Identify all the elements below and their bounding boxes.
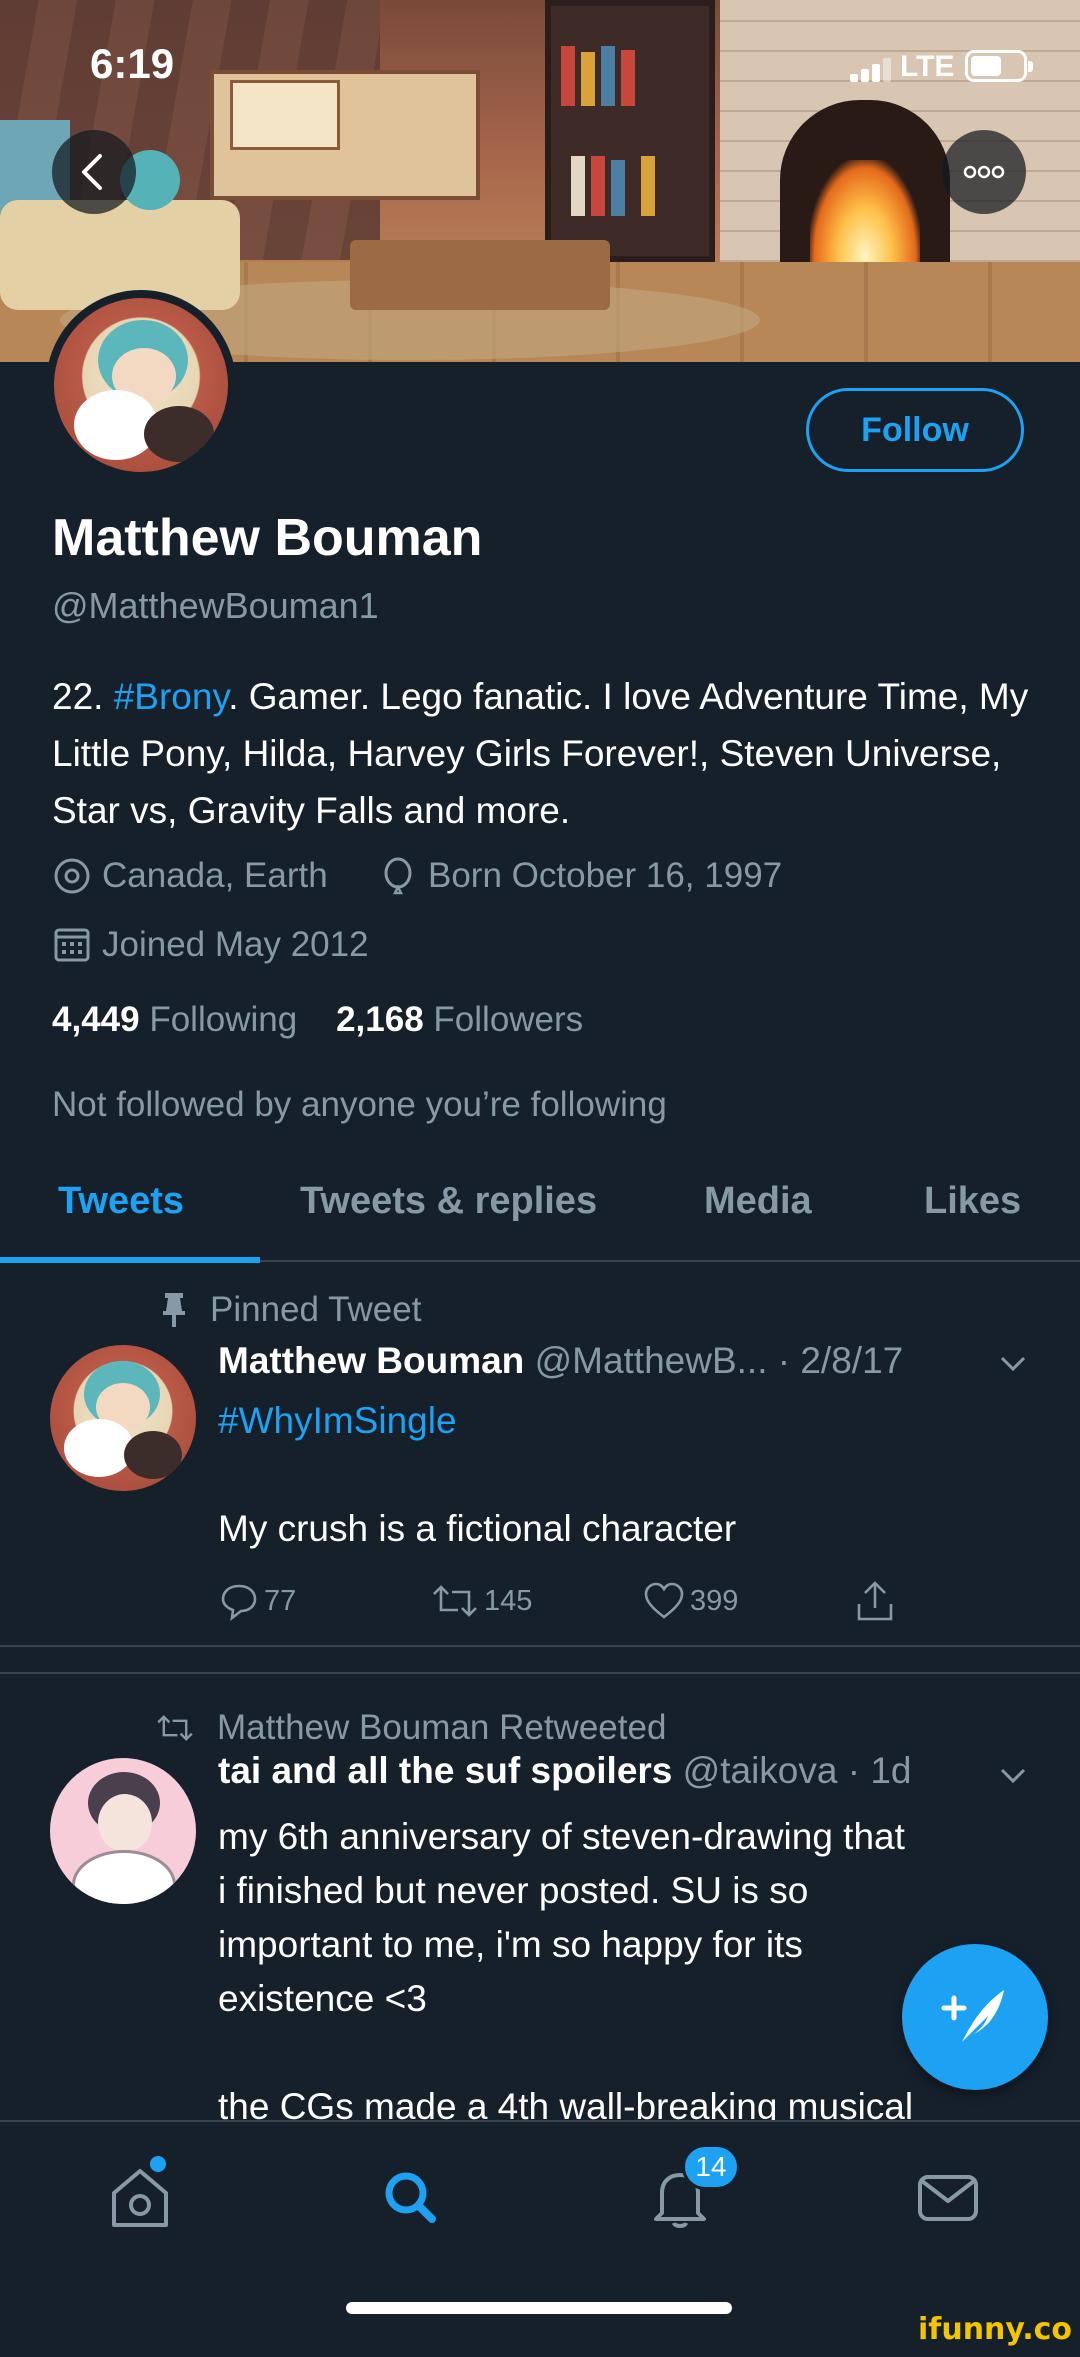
birthday-text: Born October 16, 1997: [428, 856, 783, 895]
tweet-header: tai and all the suf spoilers @taikova · …: [218, 1750, 912, 1792]
home-icon: [112, 2169, 168, 2227]
avatar-image: [54, 298, 228, 472]
tweet-actions: 77 145 399: [218, 1580, 918, 1630]
chevron-down-icon[interactable]: [998, 1352, 1028, 1376]
retweet-icon: [157, 1715, 193, 1741]
profile-joined: Joined May 2012: [52, 925, 369, 965]
watermark: ifunny.co: [918, 2312, 1072, 2347]
tab-media[interactable]: Media: [704, 1180, 812, 1223]
follow-button[interactable]: Follow: [806, 388, 1024, 472]
profile-tabs: Tweets Tweets & replies Media Likes: [0, 1140, 1080, 1263]
tweet-divider: [0, 1672, 1080, 1674]
followers-count: 2,168: [336, 1000, 424, 1039]
retweet-icon: [433, 1585, 477, 1617]
heart-icon: [644, 1582, 684, 1619]
chevron-left-icon: [82, 154, 102, 190]
tweet-text: My crush is a fictional character: [218, 1508, 737, 1549]
tab-tweets[interactable]: Tweets: [58, 1180, 184, 1223]
banner-table: [350, 240, 610, 310]
nav-search[interactable]: [370, 2157, 450, 2237]
tab-likes[interactable]: Likes: [924, 1180, 1021, 1223]
profile-birthday: Born October 16, 1997: [378, 856, 782, 896]
share-button[interactable]: [854, 1580, 900, 1624]
pin-icon: [163, 1293, 185, 1327]
network-label: LTE: [900, 50, 955, 83]
followers-link[interactable]: 2,168 Followers: [336, 1000, 583, 1039]
location-text: Canada, Earth: [102, 856, 328, 895]
back-button[interactable]: [52, 130, 136, 214]
bio-prefix: 22.: [52, 676, 114, 717]
tweet-author-avatar[interactable]: [50, 1345, 196, 1491]
reply-button[interactable]: 77: [218, 1580, 296, 1622]
tweet-author-avatar[interactable]: [50, 1758, 196, 1904]
compose-feather-icon: [941, 1990, 1004, 2042]
profile-handle: @MatthewBouman1: [52, 585, 379, 626]
status-time: 6:19: [90, 40, 175, 87]
tweet-text-line: i finished but never posted. SU is so: [218, 1870, 809, 1911]
retweeted-by-label: Matthew Bouman Retweeted: [217, 1708, 667, 1747]
active-tab-indicator: [0, 1257, 260, 1263]
following-count: 4,449: [52, 1000, 140, 1039]
envelope-icon: [918, 2175, 978, 2221]
tweet-text-line: my 6th anniversary of steven-drawing tha…: [218, 1816, 905, 1857]
location-pin-icon: [54, 858, 90, 894]
followers-label: Followers: [433, 1000, 584, 1039]
calendar-icon: [54, 928, 90, 962]
search-icon: [385, 2172, 436, 2223]
new-content-dot: [150, 2156, 166, 2172]
more-dots-icon: [963, 165, 1005, 179]
profile-avatar[interactable]: [46, 290, 236, 480]
following-link[interactable]: 4,449 Following: [52, 1000, 297, 1039]
chevron-down-icon[interactable]: [998, 1764, 1028, 1788]
hashtag-link[interactable]: #WhyImSingle: [218, 1400, 457, 1441]
retweet-count: 145: [484, 1584, 533, 1617]
compose-tweet-button[interactable]: [902, 1944, 1048, 2090]
like-count: 399: [690, 1584, 739, 1617]
tweet-header: Matthew Bouman @MatthewB... · 2/8/17: [218, 1340, 903, 1382]
reply-icon: [221, 1584, 257, 1621]
pinned-label: Pinned Tweet: [210, 1290, 422, 1329]
tweet-handle-date: @taikova · 1d: [682, 1750, 912, 1791]
tweet-author-name[interactable]: Matthew Bouman: [218, 1340, 524, 1381]
tweet-text-line: existence <3: [218, 1978, 427, 2019]
profile-name: Matthew Bouman: [52, 509, 483, 567]
tweet-text-line: important to me, i'm so happy for its: [218, 1924, 803, 1965]
more-options-button[interactable]: [942, 130, 1026, 214]
follow-counts: 4,449 Following 2,168 Followers: [52, 1000, 583, 1040]
signal-icon: [850, 58, 891, 82]
nav-messages[interactable]: [908, 2157, 988, 2237]
nav-home[interactable]: [100, 2157, 180, 2237]
retweet-button[interactable]: 145: [430, 1580, 532, 1622]
bio-hashtag-link[interactable]: #Brony: [114, 676, 229, 717]
share-icon: [857, 1581, 893, 1621]
home-indicator[interactable]: [346, 2302, 732, 2314]
balloon-icon: [384, 857, 412, 895]
status-bar: 6:19 LTE: [0, 0, 1080, 130]
retweet-context: Matthew Bouman Retweeted: [155, 1708, 666, 1748]
tweet-handle-date: @MatthewB... · 2/8/17: [534, 1340, 904, 1381]
tweet-author-name[interactable]: tai and all the suf spoilers: [218, 1750, 672, 1791]
like-button[interactable]: 399: [642, 1580, 738, 1622]
reply-count: 77: [264, 1584, 297, 1617]
profile-location: Canada, Earth: [52, 856, 328, 896]
tab-tweets-replies[interactable]: Tweets & replies: [300, 1180, 597, 1223]
pinned-context: Pinned Tweet: [160, 1290, 421, 1330]
profile-bio: 22. #Brony. Gamer. Lego fanatic. I love …: [52, 668, 1042, 839]
notifications-badge: 14: [682, 2144, 740, 2190]
not-followed-notice: Not followed by anyone you’re following: [52, 1085, 667, 1124]
tweet-divider: [0, 1645, 1080, 1647]
tweet-hashtag[interactable]: #WhyImSingle: [218, 1394, 457, 1448]
following-label: Following: [149, 1000, 298, 1039]
joined-text: Joined May 2012: [102, 925, 369, 964]
battery-icon: [965, 50, 1033, 82]
